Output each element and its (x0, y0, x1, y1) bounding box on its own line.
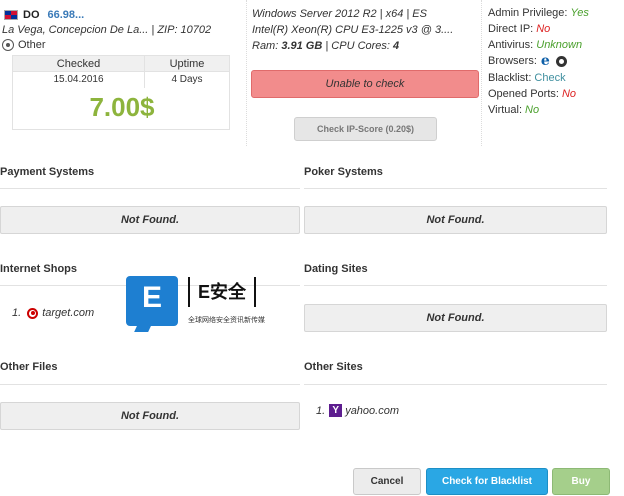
virtual-value: No (525, 104, 540, 116)
uptime-value: 4 Days (171, 74, 203, 85)
shop-item-number: 1. (12, 307, 22, 319)
yahoo-icon: Y (329, 404, 343, 417)
check-ip-score-button[interactable]: Check IP-Score (0.20$) (294, 117, 437, 141)
poker-systems-title: Poker Systems (304, 166, 383, 178)
opened-ports-value: No (561, 88, 576, 100)
uptime-header: Uptime (169, 58, 205, 70)
shop-list-item[interactable]: 1. target.com (12, 307, 94, 319)
other-site-item-number: 1. (316, 404, 326, 417)
payment-not-found: Not Found. (0, 206, 300, 234)
os-type-line: Other (2, 39, 46, 51)
location-column: DO 66.98... La Vega, Concepcion De La...… (0, 0, 246, 146)
ram-label: Ram: (252, 40, 279, 52)
location-line: DO 66.98... (4, 9, 84, 21)
cores-label: | CPU Cores: (325, 40, 390, 52)
buy-button[interactable]: Buy (552, 468, 610, 495)
country-code: DO (23, 9, 40, 21)
admin-privilege-value: Yes (570, 7, 589, 19)
direct-ip-row: Direct IP: No (488, 23, 550, 35)
payment-systems-title: Payment Systems (0, 166, 95, 178)
cancel-button[interactable]: Cancel (353, 468, 421, 495)
os-type-icon (2, 39, 14, 51)
checked-value: 15.04.2016 (13, 72, 145, 88)
dating-not-found: Not Found. (304, 304, 607, 332)
watermark-brand: E安全 (188, 277, 257, 307)
cores-value: 4 (393, 40, 400, 52)
checked-header: Checked (13, 56, 145, 71)
address-text: La Vega, Concepcion De La... | ZIP: 1070… (2, 24, 212, 36)
antivirus-label: Antivirus: (488, 39, 534, 51)
antivirus-row: Antivirus: Unknown (488, 39, 582, 51)
antivirus-value: Unknown (536, 39, 583, 51)
admin-privilege-label: Admin Privilege: (488, 7, 568, 19)
browsers-label: Browsers: (488, 55, 537, 67)
watermark-tagline: 全球网络安全资讯新传媒 (188, 317, 265, 324)
opened-ports-row: Opened Ports: No (488, 88, 576, 100)
files-divider (0, 384, 300, 385)
properties-column: Admin Privilege: Yes Direct IP: No Antiv… (482, 0, 624, 146)
other-site-item-name: yahoo.com (345, 404, 399, 417)
ram-value: 3.91 GB (281, 40, 323, 52)
files-not-found: Not Found. (0, 402, 300, 430)
browsers-row: Browsers: e (488, 53, 567, 69)
payment-divider (0, 188, 300, 189)
watermark-e-icon: E (126, 276, 178, 326)
chrome-icon (555, 55, 567, 67)
internet-explorer-icon: e (540, 53, 550, 69)
virtual-label: Virtual: (488, 104, 523, 116)
stats-header-row: Checked Uptime (13, 56, 229, 72)
price-label: 7.00$ (89, 92, 155, 122)
watermark-logo: E E安全 全球网络安全资讯新传媒 (126, 273, 286, 331)
dating-sites-title: Dating Sites (304, 263, 368, 275)
shop-item-name: target.com (42, 307, 95, 319)
other-files-title: Other Files (0, 361, 58, 373)
other-sites-divider (304, 384, 607, 385)
dating-divider (304, 285, 607, 286)
blacklist-label: Blacklist: (488, 72, 532, 84)
blacklist-check-link[interactable]: Check (534, 72, 565, 84)
blacklist-row: Blacklist: Check (488, 72, 566, 84)
internet-shops-title: Internet Shops (0, 263, 78, 275)
dominican-flag-icon (4, 10, 18, 20)
poker-not-found: Not Found. (304, 206, 607, 234)
direct-ip-label: Direct IP: (488, 23, 534, 35)
host-info-panel: DO 66.98... La Vega, Concepcion De La...… (0, 0, 624, 146)
admin-privilege-row: Admin Privilege: Yes (488, 7, 589, 19)
check-for-blacklist-button[interactable]: Check for Blacklist (426, 468, 548, 495)
cpu-info: Intel(R) Xeon(R) CPU E3-1225 v3 @ 3.... (252, 24, 454, 36)
system-column: Windows Server 2012 R2 | x64 | ES Intel(… (246, 0, 482, 146)
other-sites-title: Other Sites (304, 361, 363, 373)
stats-value-row: 15.04.2016 4 Days (13, 72, 229, 88)
direct-ip-value: No (536, 23, 551, 35)
ram-cores-info: Ram: 3.91 GB | CPU Cores: 4 (252, 40, 399, 52)
other-site-list-item[interactable]: 1. Y yahoo.com (316, 404, 399, 417)
target-icon (27, 307, 39, 319)
stats-table: Checked Uptime 15.04.2016 4 Days 7.00$ (12, 55, 230, 130)
ip-address[interactable]: 66.98... (48, 9, 85, 21)
opened-ports-label: Opened Ports: (488, 88, 559, 100)
virtual-row: Virtual: No (488, 104, 539, 116)
os-type-label: Other (18, 39, 46, 51)
os-info: Windows Server 2012 R2 | x64 | ES (252, 8, 427, 20)
unable-to-check-box: Unable to check (251, 70, 479, 98)
poker-divider (304, 188, 607, 189)
